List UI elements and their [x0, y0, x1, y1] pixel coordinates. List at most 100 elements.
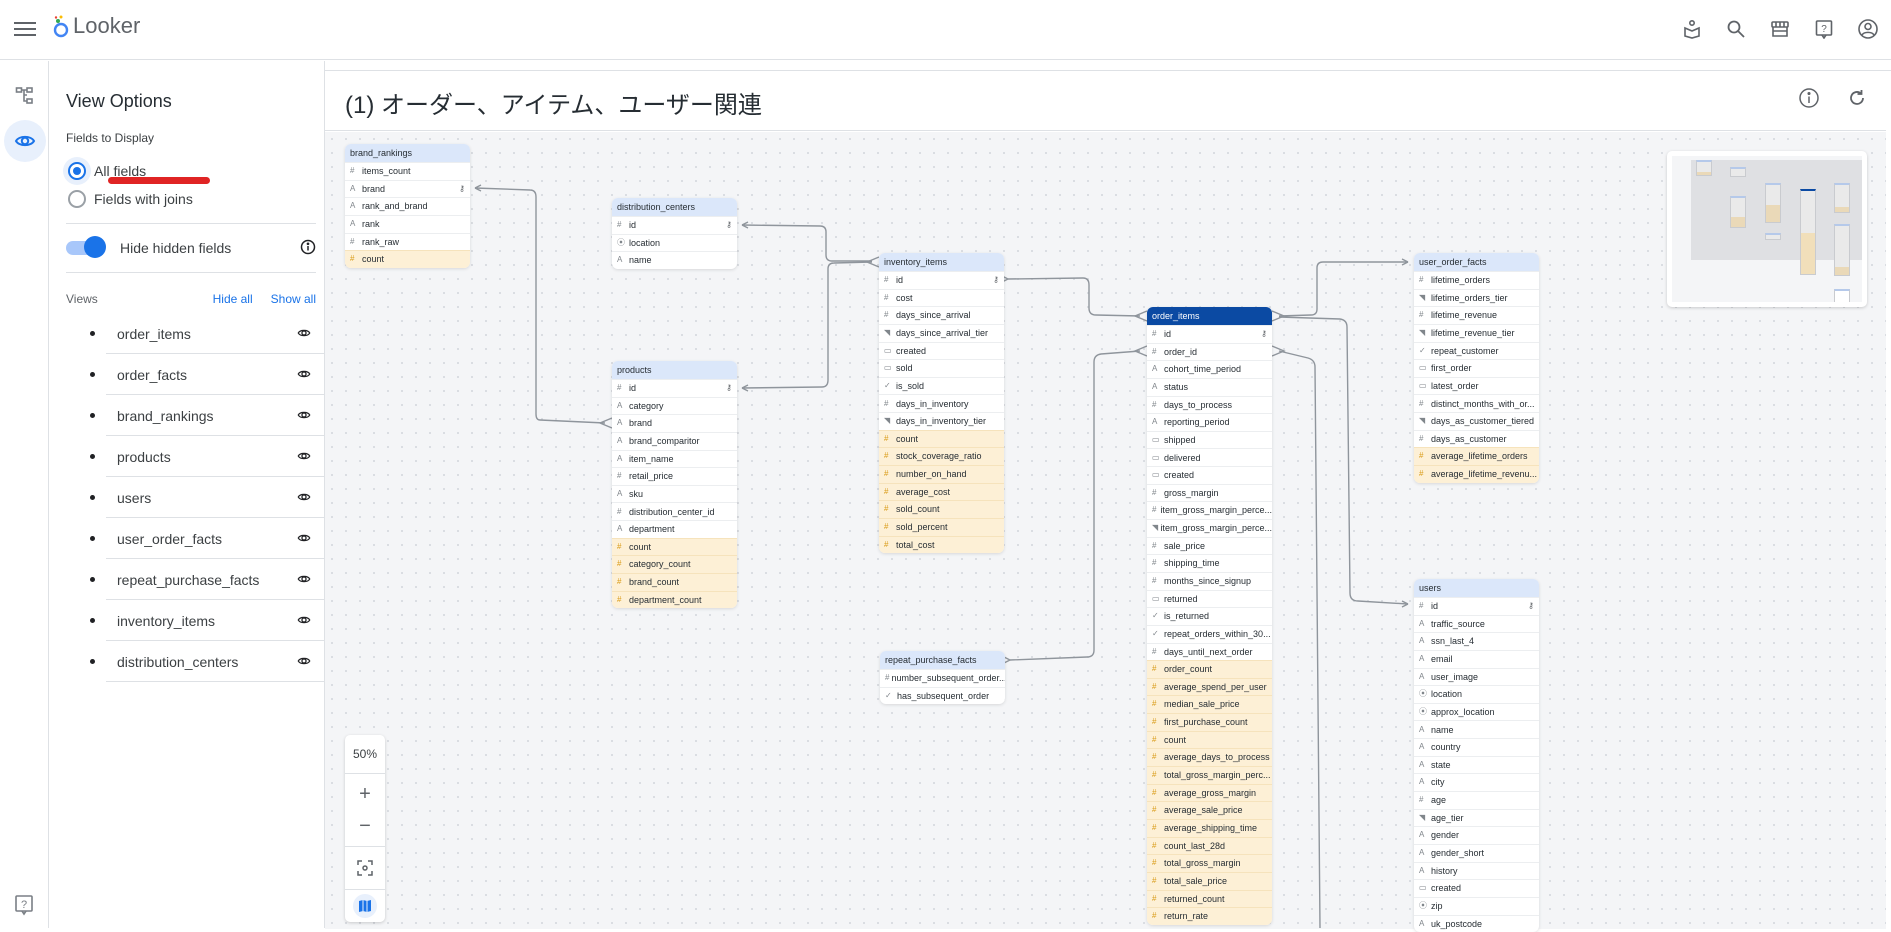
dimension-field-row[interactable]: Abrand ⚷ — [345, 179, 470, 198]
dimension-field-row[interactable]: ◥ item_gross_margin_perce... — [1147, 519, 1272, 537]
info-icon[interactable] — [300, 239, 316, 260]
dimension-field-row[interactable]: # months_since_signup — [1147, 571, 1272, 590]
dimension-field-row[interactable]: # gross_margin — [1147, 483, 1272, 502]
help-icon[interactable]: ? — [1809, 14, 1839, 44]
dimension-field-row[interactable]: Abrand_comparitor — [612, 431, 737, 450]
dimension-field-row[interactable]: # cost — [879, 288, 1004, 307]
dimension-field-row[interactable]: Astate — [1414, 755, 1539, 774]
zoom-in-button[interactable]: + — [345, 779, 385, 809]
diagram-canvas[interactable] — [325, 132, 1886, 929]
dimension-field-row[interactable]: Atraffic_source — [1414, 614, 1539, 633]
looker-logo[interactable]: Looker — [52, 13, 140, 39]
dimension-field-row[interactable]: ✓ repeat_orders_within_30... — [1147, 624, 1272, 643]
view-box-header[interactable]: user_order_facts — [1414, 253, 1539, 271]
dimension-field-row[interactable]: Acohort_time_period — [1147, 360, 1272, 378]
view-list-item[interactable]: products — [50, 436, 325, 477]
dimension-field-row[interactable]: ▭ returned — [1147, 589, 1272, 608]
dimension-field-row[interactable]: # days_to_process — [1147, 395, 1272, 414]
learning-icon[interactable] — [1677, 14, 1707, 44]
dimension-field-row[interactable]: ▭ sold — [879, 359, 1004, 377]
dimension-field-row[interactable]: # distribution_center_id — [612, 502, 737, 520]
dimension-field-row[interactable]: Auser_image — [1414, 667, 1539, 686]
measure-field-row[interactable]: # first_purchase_count — [1147, 713, 1272, 731]
view-box-repeat-purchase-facts[interactable]: repeat_purchase_facts # number_subsequent_… — [880, 651, 1005, 705]
dimension-field-row[interactable]: # id ⚷ — [1147, 325, 1272, 343]
measure-field-row[interactable]: # count_last_28d — [1147, 836, 1272, 855]
measure-field-row[interactable]: # average_shipping_time — [1147, 818, 1272, 837]
view-box-users[interactable]: users # id ⚷ Atraffic_source Assn_last_4 Aemai… — [1414, 579, 1539, 932]
dimension-field-row[interactable]: Arank — [345, 214, 470, 233]
measure-field-row[interactable]: # count — [879, 429, 1004, 448]
view-list-item[interactable]: order_items — [50, 313, 325, 354]
dimension-field-row[interactable]: ▭ created — [1147, 466, 1272, 484]
dimension-field-row[interactable]: Assn_last_4 — [1414, 632, 1539, 650]
refresh-icon[interactable] — [1846, 87, 1868, 114]
dimension-field-row[interactable]: Aemail — [1414, 649, 1539, 668]
measure-field-row[interactable]: # category_count — [612, 555, 737, 574]
explore-tree-icon[interactable] — [4, 75, 46, 117]
measure-field-row[interactable]: # order_count — [1147, 660, 1272, 678]
dimension-field-row[interactable]: ⦿ zip — [1414, 896, 1539, 915]
visibility-eye-icon[interactable] — [297, 490, 311, 509]
dimension-field-row[interactable]: ⦿ location — [1414, 685, 1539, 703]
view-box-header[interactable]: repeat_purchase_facts — [880, 651, 1005, 669]
view-options-eye-icon[interactable] — [4, 120, 46, 162]
measure-field-row[interactable]: # count — [1147, 730, 1272, 749]
dimension-field-row[interactable]: ▭ created — [1414, 879, 1539, 897]
measure-field-row[interactable]: # average_sale_price — [1147, 801, 1272, 819]
dimension-field-row[interactable]: Aname — [612, 251, 737, 269]
measure-field-row[interactable]: # brand_count — [612, 573, 737, 591]
dimension-field-row[interactable]: # age — [1414, 791, 1539, 809]
help-icon[interactable]: ? — [14, 894, 34, 921]
measure-field-row[interactable]: # average_lifetime_revenu... — [1414, 465, 1539, 483]
view-list-item[interactable]: brand_rankings — [50, 395, 325, 436]
dimension-field-row[interactable]: Agender — [1414, 826, 1539, 844]
dimension-field-row[interactable]: ◥ days_since_arrival_tier — [879, 323, 1004, 342]
measure-field-row[interactable]: # count — [612, 537, 737, 556]
view-box-header[interactable]: inventory_items — [879, 253, 1004, 271]
measure-field-row[interactable]: # total_gross_margin — [1147, 854, 1272, 872]
dimension-field-row[interactable]: # item_gross_margin_perce... — [1147, 501, 1272, 519]
dimension-field-row[interactable]: ⦿ location — [612, 233, 737, 252]
view-box-distribution-centers[interactable]: distribution_centers # id ⚷ ⦿ location Aname — [612, 198, 737, 269]
dimension-field-row[interactable]: Adepartment — [612, 520, 737, 538]
minimap-toggle-icon[interactable] — [345, 893, 385, 919]
view-list-item[interactable]: users — [50, 477, 325, 518]
dimension-field-row[interactable]: Auk_postcode — [1414, 914, 1539, 932]
dimension-field-row[interactable]: ◥ lifetime_orders_tier — [1414, 288, 1539, 307]
visibility-eye-icon[interactable] — [297, 613, 311, 632]
dimension-field-row[interactable]: # sale_price — [1147, 536, 1272, 555]
dimension-field-row[interactable]: Agender_short — [1414, 843, 1539, 862]
dimension-field-row[interactable]: ▭ latest_order — [1414, 376, 1539, 395]
view-list-item[interactable]: order_facts — [50, 354, 325, 395]
visibility-eye-icon[interactable] — [297, 326, 311, 345]
measure-field-row[interactable]: # median_sale_price — [1147, 695, 1272, 714]
dimension-field-row[interactable]: ✓ is_sold — [879, 376, 1004, 395]
measure-field-row[interactable]: # total_cost — [879, 535, 1004, 554]
view-box-header[interactable]: users — [1414, 579, 1539, 597]
fit-to-screen-icon[interactable] — [345, 850, 385, 886]
visibility-eye-icon[interactable] — [297, 531, 311, 550]
measure-field-row[interactable]: # sold_count — [879, 500, 1004, 518]
show-all-link[interactable]: Show all — [271, 292, 316, 306]
minimap[interactable] — [1667, 151, 1867, 307]
dimension-field-row[interactable]: # retail_price — [612, 467, 737, 485]
info-icon[interactable] — [1798, 87, 1820, 114]
dimension-field-row[interactable]: ✓ has_subsequent_order — [880, 686, 1005, 705]
measure-field-row[interactable]: # stock_coverage_ratio — [879, 447, 1004, 466]
dimension-field-row[interactable]: ◥ days_as_customer_tiered — [1414, 412, 1539, 430]
search-icon[interactable] — [1721, 14, 1751, 44]
measure-field-row[interactable]: # average_spend_per_user — [1147, 677, 1272, 696]
measure-field-row[interactable]: # total_sale_price — [1147, 871, 1272, 890]
view-list-item[interactable]: inventory_items — [50, 600, 325, 641]
radio-unchecked-icon[interactable] — [68, 190, 86, 208]
dimension-field-row[interactable]: ✓ is_returned — [1147, 607, 1272, 625]
hide-all-link[interactable]: Hide all — [213, 292, 253, 306]
dimension-field-row[interactable]: ◥ days_in_inventory_tier — [879, 412, 1004, 430]
measure-field-row[interactable]: # average_gross_margin — [1147, 783, 1272, 802]
dimension-field-row[interactable]: ▭ first_order — [1414, 359, 1539, 377]
measure-field-row[interactable]: # total_gross_margin_perc... — [1147, 766, 1272, 784]
view-list-item[interactable]: repeat_purchase_facts — [50, 559, 325, 600]
dimension-field-row[interactable]: Acity — [1414, 773, 1539, 791]
dimension-field-row[interactable]: Ahistory — [1414, 861, 1539, 880]
